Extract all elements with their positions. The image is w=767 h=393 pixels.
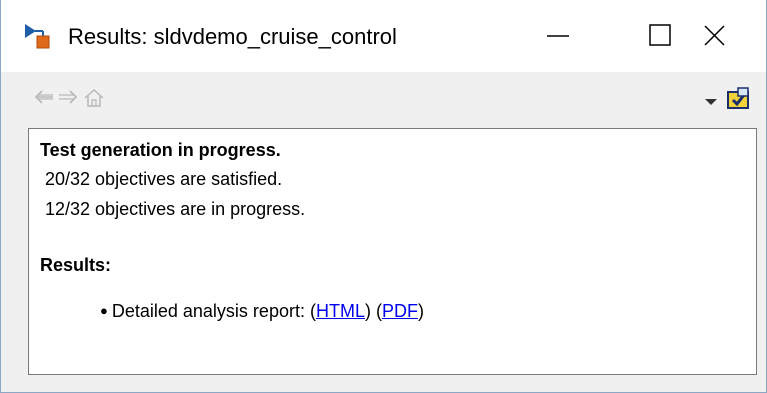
objectives-satisfied-text: 20/32 objectives are satisfied. bbox=[45, 169, 283, 189]
html-report-link[interactable]: HTML bbox=[316, 301, 365, 321]
report-list-item: ● Detailed analysis report: (HTML) (PDF) bbox=[100, 301, 424, 322]
window-title: Results: sldvdemo_cruise_control bbox=[68, 24, 397, 49]
simulink-design-verifier-icon bbox=[25, 24, 50, 49]
dropdown-arrow-icon[interactable] bbox=[704, 98, 718, 106]
results-window: Results: sldvdemo_cruise_control Test ge… bbox=[0, 0, 767, 393]
minimize-icon bbox=[547, 35, 569, 37]
back-arrow-icon[interactable] bbox=[33, 88, 55, 106]
title-bar[interactable]: Results: sldvdemo_cruise_control bbox=[1, 0, 766, 72]
bullet-icon: ● bbox=[100, 303, 108, 318]
toolbar bbox=[1, 72, 766, 126]
close-icon bbox=[704, 25, 725, 46]
close-button[interactable] bbox=[664, 0, 766, 72]
highlight-model-icon[interactable] bbox=[725, 86, 753, 110]
progress-heading: Test generation in progress. bbox=[40, 140, 281, 160]
pdf-report-link[interactable]: PDF bbox=[382, 301, 418, 321]
forward-arrow-icon[interactable] bbox=[57, 88, 79, 106]
objectives-in-progress-text: 12/32 objectives are in progress. bbox=[45, 199, 306, 219]
paren-close: ) bbox=[417, 301, 424, 321]
paren-middle: ) ( bbox=[364, 301, 382, 321]
home-icon[interactable] bbox=[83, 88, 105, 108]
results-report-panel: Test generation in progress. 20/32 objec… bbox=[28, 128, 757, 375]
results-heading: Results: bbox=[40, 255, 112, 275]
report-label: Detailed analysis report: bbox=[111, 301, 310, 321]
minimize-button[interactable] bbox=[508, 0, 610, 72]
